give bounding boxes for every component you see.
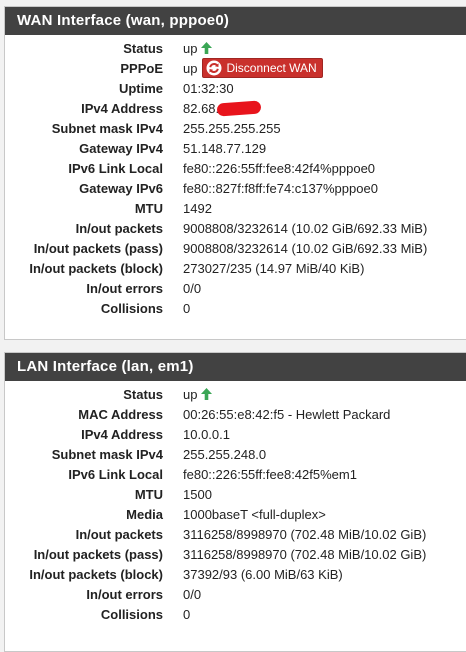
- lan-mtu-row: MTU 1500: [5, 484, 466, 504]
- wan-gateway-ipv6-row: Gateway IPv6 fe80::827f:f8ff:fe74:c137%p…: [5, 178, 466, 198]
- wan-pppoe-label: PPPoE: [120, 60, 163, 76]
- lan-inout-packets-row: In/out packets 3116258/8998970 (702.48 M…: [5, 524, 466, 544]
- lan-inout-packets-label: In/out packets: [75, 526, 163, 542]
- lan-ipv6-link-local-label: IPv6 Link Local: [68, 466, 163, 482]
- wan-uptime-label: Uptime: [118, 80, 163, 96]
- wan-panel-title: WAN Interface (wan, pppoe0): [5, 7, 466, 35]
- wan-ipv4-label: IPv4 Address: [81, 100, 163, 116]
- lan-ipv6-link-local-row: IPv6 Link Local fe80::226:55ff:fee8:42f5…: [5, 464, 466, 484]
- wan-errors-value: 0/0: [183, 280, 202, 296]
- lan-collisions-value: 0: [183, 606, 191, 622]
- lan-errors-value: 0/0: [183, 586, 202, 602]
- wan-collisions-row: Collisions 0: [5, 298, 466, 318]
- wan-ipv6-link-local-value: fe80::226:55ff:fee8:42f4%pppoe0: [183, 160, 376, 176]
- wan-subnet-row: Subnet mask IPv4 255.255.255.255: [5, 118, 466, 138]
- wan-status-label: Status: [123, 40, 163, 56]
- wan-inout-block-label: In/out packets (block): [29, 260, 163, 276]
- wan-inout-packets-label: In/out packets: [75, 220, 163, 236]
- lan-collisions-row: Collisions 0: [5, 604, 466, 624]
- wan-inout-packets-value: 9008808/3232614 (10.02 GiB/692.33 MiB): [183, 220, 428, 236]
- wan-gateway-ipv6-value: fe80::827f:f8ff:fe74:c137%pppoe0: [183, 180, 378, 196]
- lan-mac-label: MAC Address: [78, 406, 163, 422]
- lan-panel-title: LAN Interface (lan, em1): [5, 353, 466, 381]
- lan-errors-label: In/out errors: [86, 586, 163, 602]
- wan-pppoe-value: up: [183, 60, 198, 76]
- lan-status-label: Status: [123, 386, 163, 402]
- wan-inout-pass-value: 9008808/3232614 (10.02 GiB/692.33 MiB): [183, 240, 428, 256]
- lan-ipv4-row: IPv4 Address 10.0.0.1: [5, 424, 466, 444]
- lan-media-row: Media 1000baseT <full-duplex>: [5, 504, 466, 524]
- wan-uptime-value: 01:32:30: [183, 80, 234, 96]
- arrow-up-icon: [200, 387, 213, 401]
- wan-gateway-ipv4-label: Gateway IPv4: [79, 140, 163, 156]
- lan-mac-row: MAC Address 00:26:55:e8:42:f5 - Hewlett …: [5, 404, 466, 424]
- wan-collisions-label: Collisions: [100, 300, 163, 316]
- wan-interface-panel: WAN Interface (wan, pppoe0) Status up PP…: [4, 6, 466, 340]
- disconnect-wan-button[interactable]: Disconnect WAN: [202, 58, 323, 78]
- lan-inout-block-label: In/out packets (block): [29, 566, 163, 582]
- lan-inout-packets-value: 3116258/8998970 (702.48 MiB/10.02 GiB): [183, 526, 427, 542]
- wan-errors-label: In/out errors: [86, 280, 163, 296]
- wan-pppoe-row: PPPoE up Disconnect WAN: [5, 58, 466, 78]
- lan-interface-panel: LAN Interface (lan, em1) Status up MAC A…: [4, 352, 466, 652]
- wan-gateway-ipv4-value: 51.148.77.129: [183, 140, 267, 156]
- lan-mac-value: 00:26:55:e8:42:f5 - Hewlett Packard: [183, 406, 391, 422]
- wan-ipv4-row: IPv4 Address 82.68.: [5, 98, 466, 118]
- lan-subnet-value: 255.255.248.0: [183, 446, 267, 462]
- refresh-icon: [206, 60, 222, 76]
- lan-inout-pass-label: In/out packets (pass): [33, 546, 163, 562]
- wan-subnet-value: 255.255.255.255: [183, 120, 281, 136]
- lan-media-value: 1000baseT <full-duplex>: [183, 506, 326, 522]
- wan-ipv4-value: 82.68.: [183, 100, 220, 116]
- lan-status-value: up: [183, 386, 198, 402]
- lan-mtu-label: MTU: [134, 486, 163, 502]
- wan-gateway-ipv4-row: Gateway IPv4 51.148.77.129: [5, 138, 466, 158]
- lan-inout-block-row: In/out packets (block) 37392/93 (6.00 Mi…: [5, 564, 466, 584]
- wan-inout-block-row: In/out packets (block) 273027/235 (14.97…: [5, 258, 466, 278]
- lan-collisions-label: Collisions: [100, 606, 163, 622]
- lan-mtu-value: 1500: [183, 486, 212, 502]
- wan-mtu-label: MTU: [134, 200, 163, 216]
- arrow-up-icon: [200, 41, 213, 55]
- lan-ipv6-link-local-value: fe80::226:55ff:fee8:42f5%em1: [183, 466, 357, 482]
- wan-status-value: up: [183, 40, 198, 56]
- wan-gateway-ipv6-label: Gateway IPv6: [79, 180, 163, 196]
- lan-subnet-label: Subnet mask IPv4: [51, 446, 163, 462]
- disconnect-wan-label: Disconnect WAN: [226, 61, 317, 75]
- lan-ipv4-label: IPv4 Address: [81, 426, 163, 442]
- lan-inout-pass-row: In/out packets (pass) 3116258/8998970 (7…: [5, 544, 466, 564]
- lan-inout-block-value: 37392/93 (6.00 MiB/63 KiB): [183, 566, 343, 582]
- wan-subnet-label: Subnet mask IPv4: [51, 120, 163, 136]
- wan-status-row: Status up: [5, 38, 466, 58]
- wan-uptime-row: Uptime 01:32:30: [5, 78, 466, 98]
- lan-media-label: Media: [126, 506, 163, 522]
- wan-inout-pass-row: In/out packets (pass) 9008808/3232614 (1…: [5, 238, 466, 258]
- wan-collisions-value: 0: [183, 300, 191, 316]
- lan-status-row: Status up: [5, 384, 466, 404]
- wan-inout-block-value: 273027/235 (14.97 MiB/40 KiB): [183, 260, 365, 276]
- wan-inout-packets-row: In/out packets 9008808/3232614 (10.02 Gi…: [5, 218, 466, 238]
- lan-errors-row: In/out errors 0/0: [5, 584, 466, 604]
- lan-ipv4-value: 10.0.0.1: [183, 426, 230, 442]
- wan-errors-row: In/out errors 0/0: [5, 278, 466, 298]
- wan-ipv6-link-local-row: IPv6 Link Local fe80::226:55ff:fee8:42f4…: [5, 158, 466, 178]
- wan-mtu-row: MTU 1492: [5, 198, 466, 218]
- wan-ipv6-link-local-label: IPv6 Link Local: [68, 160, 163, 176]
- wan-inout-pass-label: In/out packets (pass): [33, 240, 163, 256]
- wan-mtu-value: 1492: [183, 200, 212, 216]
- lan-subnet-row: Subnet mask IPv4 255.255.248.0: [5, 444, 466, 464]
- redaction-mark: [216, 99, 262, 117]
- lan-inout-pass-value: 3116258/8998970 (702.48 MiB/10.02 GiB): [183, 546, 427, 562]
